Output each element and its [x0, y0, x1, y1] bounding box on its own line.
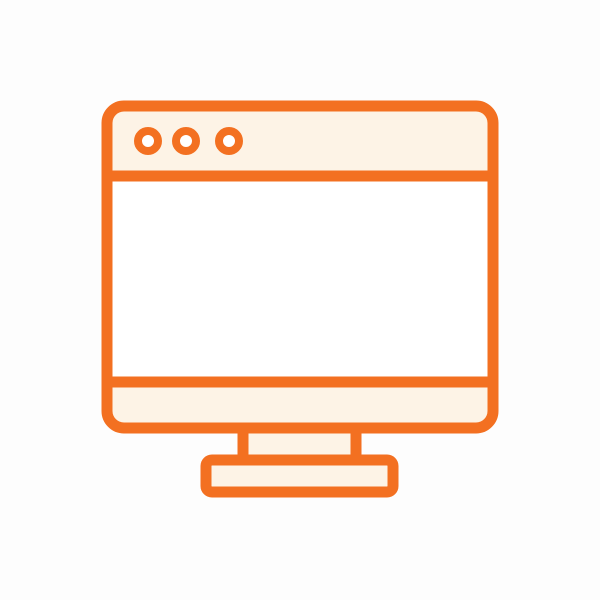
dot-icon: [215, 127, 243, 155]
monitor-screen: [112, 176, 488, 382]
dot-icon: [134, 127, 162, 155]
dot-icon: [172, 127, 200, 155]
monitor-illustration: [0, 0, 600, 600]
desktop-monitor-icon: [101, 100, 499, 498]
monitor-stand-base: [200, 454, 399, 498]
